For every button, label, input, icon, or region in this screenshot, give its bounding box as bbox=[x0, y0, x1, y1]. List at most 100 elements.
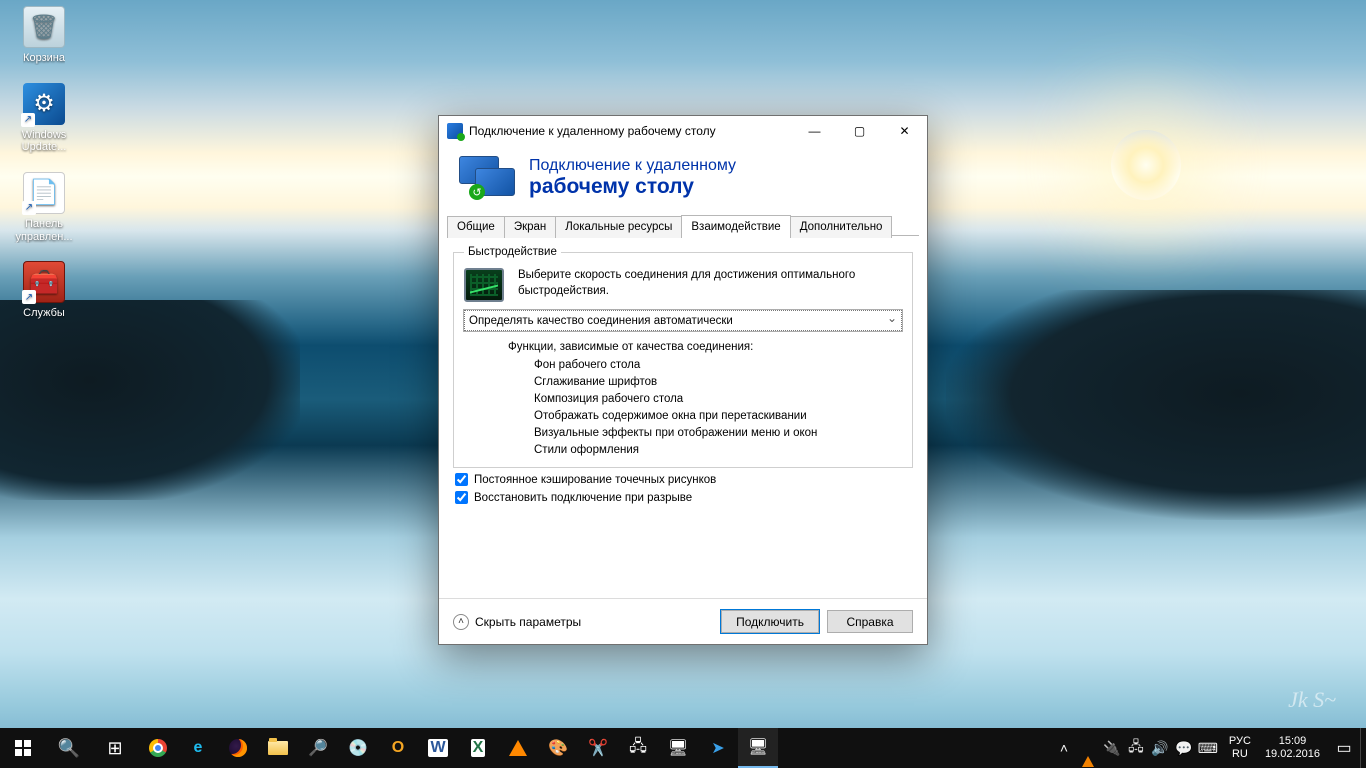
disc-icon: 💿 bbox=[348, 738, 368, 758]
window-title: Подключение к удаленному рабочему столу bbox=[469, 124, 716, 138]
taskbar-vlc[interactable] bbox=[498, 728, 538, 768]
help-button[interactable]: Справка bbox=[827, 610, 913, 633]
banner-line2: рабочему столу bbox=[529, 175, 736, 199]
banner: ↺ Подключение к удаленному рабочему стол… bbox=[439, 146, 927, 214]
plane-icon: ➤ bbox=[711, 738, 724, 758]
performance-group: Быстродействие Выберите скорость соедине… bbox=[453, 246, 913, 468]
task-view-icon: ⊞ bbox=[107, 738, 122, 759]
tray-power[interactable]: 🔌 bbox=[1101, 740, 1123, 757]
taskbar-ie[interactable]: e bbox=[178, 728, 218, 768]
windows-update-icon: ⚙ bbox=[23, 83, 65, 125]
tray-keyboard[interactable]: ⌨ bbox=[1197, 740, 1219, 757]
close-button[interactable]: ✕ bbox=[882, 116, 927, 146]
search-icon: 🔍 bbox=[58, 738, 80, 759]
func-item: Визуальные эффекты при отображении меню … bbox=[534, 427, 902, 439]
action-center[interactable]: ▭ bbox=[1328, 738, 1360, 758]
chrome-icon bbox=[149, 739, 167, 757]
tab-local-resources[interactable]: Локальные ресурсы bbox=[555, 216, 682, 238]
ie-icon: e bbox=[194, 739, 203, 757]
taskbar-snip[interactable]: ✂️ bbox=[578, 728, 618, 768]
bitmap-caching-checkbox[interactable]: Постоянное кэширование точечных рисунков bbox=[455, 473, 913, 486]
functions-header: Функции, зависимые от качества соединени… bbox=[508, 341, 902, 353]
show-desktop[interactable] bbox=[1360, 728, 1366, 768]
func-item: Композиция рабочего стола bbox=[534, 393, 902, 405]
tray-vlc[interactable] bbox=[1077, 740, 1099, 756]
taskbar-app-3[interactable]: 🖧 bbox=[618, 728, 658, 768]
clock-date: 19.02.2016 bbox=[1265, 748, 1320, 761]
recycle-bin[interactable]: 🗑 Корзина bbox=[8, 6, 80, 65]
recycle-bin-label: Корзина bbox=[23, 52, 65, 65]
start-button[interactable] bbox=[0, 728, 46, 768]
toolbox-icon: 🧰 bbox=[23, 261, 65, 303]
clock[interactable]: 15:09 19.02.2016 bbox=[1257, 735, 1328, 761]
palette-icon: 🎨 bbox=[548, 738, 568, 758]
hide-options-toggle[interactable]: ˄ Скрыть параметры bbox=[453, 614, 581, 630]
word-icon: W bbox=[428, 739, 447, 757]
vlc-tray-icon bbox=[1082, 740, 1094, 767]
taskbar-paint[interactable]: 🎨 bbox=[538, 728, 578, 768]
taskbar-word[interactable]: W bbox=[418, 728, 458, 768]
button-row: ˄ Скрыть параметры Подключить Справка bbox=[439, 598, 927, 644]
titlebar[interactable]: Подключение к удаленному рабочему столу … bbox=[439, 116, 927, 146]
func-item: Сглаживание шрифтов bbox=[534, 376, 902, 388]
chevron-up-icon: ˄ bbox=[453, 614, 469, 630]
rdp-app-icon bbox=[447, 123, 463, 139]
windows-update-shortcut[interactable]: ⚙ Windows Update... bbox=[8, 83, 80, 154]
tray-overflow[interactable]: ˄ bbox=[1053, 740, 1075, 756]
connect-button[interactable]: Подключить bbox=[721, 610, 819, 633]
services-label: Службы bbox=[23, 307, 65, 320]
outlook-icon: O bbox=[392, 739, 404, 757]
tray-input[interactable]: 💬 bbox=[1173, 740, 1195, 757]
search-button[interactable]: 🔍 bbox=[46, 728, 92, 768]
tray-network[interactable]: 🖧 bbox=[1125, 736, 1147, 760]
performance-hint: Выберите скорость соединения для достиже… bbox=[518, 268, 902, 299]
keyboard-icon: ⌨ bbox=[1198, 740, 1218, 756]
reconnect-checkbox[interactable]: Восстановить подключение при разрыве bbox=[455, 491, 913, 504]
taskbar-excel[interactable]: X bbox=[458, 728, 498, 768]
chevron-up-icon: ˄ bbox=[1060, 740, 1068, 756]
language-indicator[interactable]: РУС RU bbox=[1223, 735, 1257, 761]
reconnect-input[interactable] bbox=[455, 491, 468, 504]
control-panel-shortcut[interactable]: 📄 Панель управлен... bbox=[8, 172, 80, 243]
tab-display[interactable]: Экран bbox=[504, 216, 556, 238]
tab-row: Общие Экран Локальные ресурсы Взаимодейс… bbox=[439, 214, 927, 236]
tab-general[interactable]: Общие bbox=[447, 216, 505, 238]
taskbar-app-2[interactable]: 💿 bbox=[338, 728, 378, 768]
connection-speed-select[interactable]: Определять качество соединения автоматич… bbox=[464, 310, 902, 331]
plug-icon: 🔌 bbox=[1103, 740, 1120, 756]
magnifier-icon: 🔎 bbox=[308, 738, 328, 758]
tab-experience[interactable]: Взаимодействие bbox=[681, 215, 790, 237]
taskbar-app-1[interactable]: 🔎 bbox=[298, 728, 338, 768]
func-item: Отображать содержимое окна при перетаски… bbox=[534, 410, 902, 422]
taskbar-app-4[interactable]: 🖥 bbox=[658, 728, 698, 768]
ethernet-icon: 🖧 bbox=[1128, 738, 1144, 754]
recycle-bin-icon: 🗑 bbox=[23, 6, 65, 48]
bitmap-caching-input[interactable] bbox=[455, 473, 468, 486]
control-panel-label: Панель управлен... bbox=[8, 218, 80, 243]
rdp-banner-icon: ↺ bbox=[459, 156, 515, 200]
task-view-button[interactable]: ⊞ bbox=[92, 728, 138, 768]
performance-icon bbox=[464, 268, 504, 302]
taskbar-chrome[interactable] bbox=[138, 728, 178, 768]
taskbar-firefox[interactable] bbox=[218, 728, 258, 768]
taskbar-rdp[interactable]: 🖥 bbox=[738, 728, 778, 768]
taskbar-explorer[interactable] bbox=[258, 728, 298, 768]
maximize-button[interactable]: ▢ bbox=[837, 116, 882, 146]
display-icon: 🖥 bbox=[668, 738, 688, 758]
tray-volume[interactable]: 🔊 bbox=[1149, 740, 1171, 757]
folder-icon bbox=[268, 741, 288, 755]
rdp-taskbar-icon: 🖥 bbox=[748, 737, 768, 757]
taskbar-app-5[interactable]: ➤ bbox=[698, 728, 738, 768]
notification-icon: ▭ bbox=[1336, 740, 1351, 757]
excel-icon: X bbox=[471, 739, 486, 757]
speaker-icon: 🔊 bbox=[1151, 740, 1168, 756]
rdp-window: Подключение к удаленному рабочему столу … bbox=[438, 115, 928, 645]
firefox-icon bbox=[229, 739, 247, 757]
taskbar-outlook[interactable]: O bbox=[378, 728, 418, 768]
control-panel-icon: 📄 bbox=[23, 172, 65, 214]
tab-advanced[interactable]: Дополнительно bbox=[790, 216, 893, 238]
services-shortcut[interactable]: 🧰 Службы bbox=[8, 261, 80, 320]
scissors-icon: ✂️ bbox=[588, 738, 608, 758]
banner-line1: Подключение к удаленному bbox=[529, 157, 736, 175]
minimize-button[interactable]: — bbox=[792, 116, 837, 146]
